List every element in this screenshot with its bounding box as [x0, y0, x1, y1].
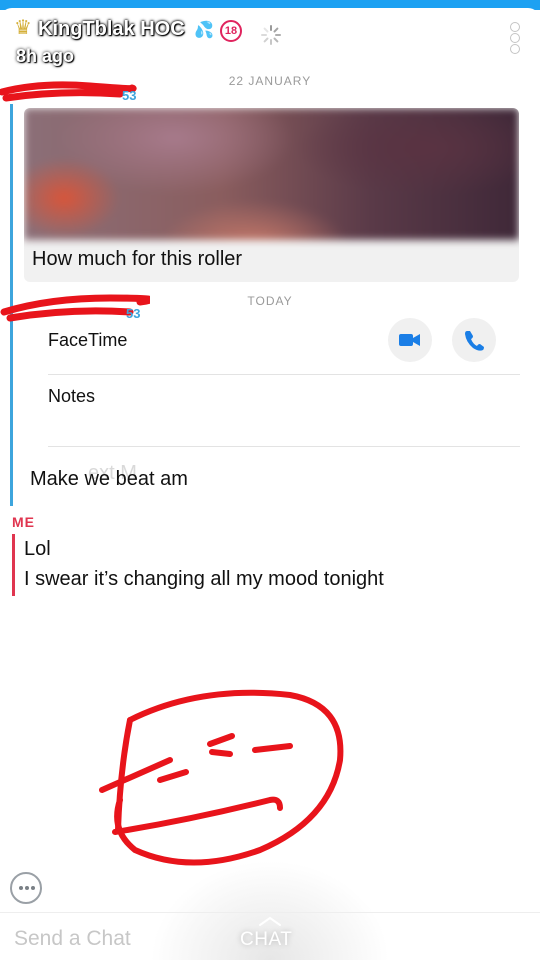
contact-card[interactable]: FaceTime Notes — [32, 318, 522, 458]
facetime-row[interactable]: FaceTime — [48, 330, 127, 351]
me-thread-bar — [12, 534, 15, 596]
red-face-annotation — [99, 689, 344, 866]
video-call-button[interactable] — [388, 318, 432, 362]
composer-bar: Send a Chat CHAT — [0, 912, 540, 960]
sender-name[interactable]: KingTblak HOC — [38, 18, 185, 41]
divider — [48, 374, 520, 375]
media-snap-card[interactable]: How much for this roller — [24, 108, 519, 282]
vertical-dots-icon[interactable] — [510, 22, 524, 56]
video-camera-icon — [399, 334, 420, 346]
blurred-image[interactable] — [24, 108, 519, 240]
my-message[interactable]: I swear it’s changing all my mood tonigh… — [24, 568, 384, 591]
notes-row[interactable]: Notes — [48, 386, 95, 407]
chat-bubble-icon[interactable] — [10, 872, 42, 904]
chat-tab[interactable]: CHAT — [240, 929, 292, 951]
redaction-scribble — [0, 81, 137, 102]
chevron-up-icon[interactable] — [258, 915, 282, 927]
water-drop-icon: 💦 — [194, 22, 214, 39]
phone-icon — [465, 331, 484, 351]
time-ago: 8h ago — [16, 46, 75, 66]
send-chat-input[interactable]: Send a Chat — [14, 927, 131, 951]
chat-header[interactable]: ♛ KingTblak HOC 💦 18 8h ago — [14, 14, 524, 74]
age-badge: 18 — [220, 20, 242, 42]
me-label: ME — [12, 514, 35, 530]
my-message[interactable]: Lol — [24, 538, 51, 561]
friend-message[interactable]: Make we beat am — [30, 468, 188, 491]
divider — [48, 446, 520, 447]
voice-call-button[interactable] — [452, 318, 496, 362]
crown-icon: ♛ — [14, 17, 32, 39]
friend-label: 53 — [122, 88, 137, 103]
media-caption: How much for this roller — [32, 248, 243, 270]
loading-spinner-icon — [261, 25, 281, 45]
